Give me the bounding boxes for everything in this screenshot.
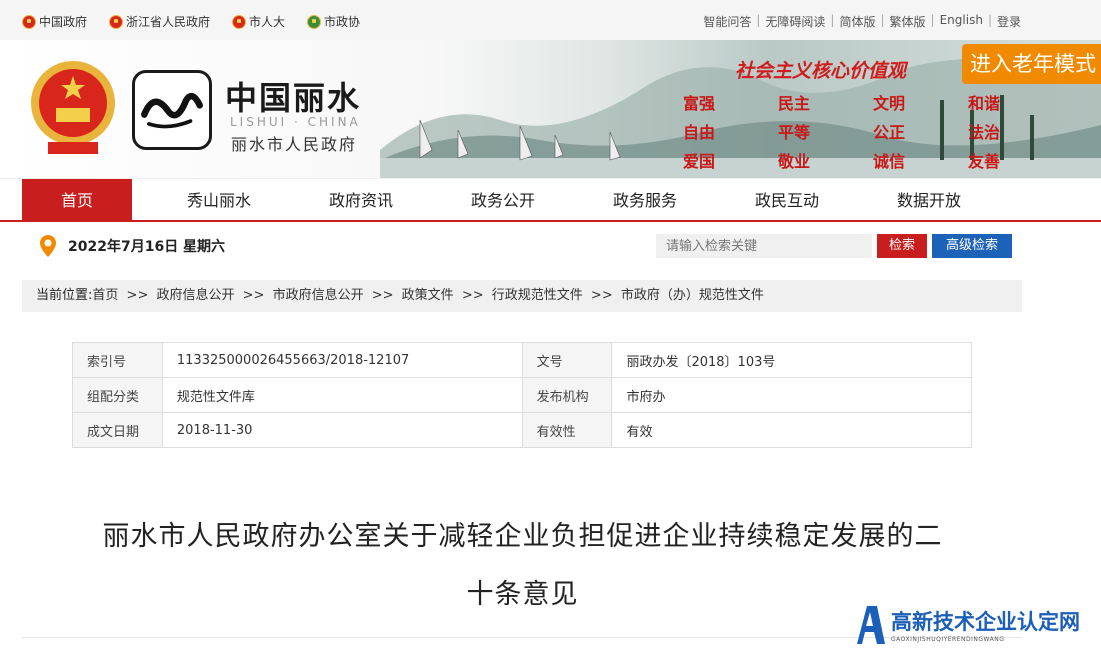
lishui-logo bbox=[132, 70, 212, 150]
watermark-title: 高新技术企业认定网 bbox=[891, 610, 1080, 634]
breadcrumb-item[interactable]: 政府信息公开 bbox=[156, 288, 234, 303]
breadcrumb-separator: >> bbox=[242, 288, 265, 303]
meta-key: 索引号 bbox=[72, 342, 163, 378]
link-city-npc[interactable]: 市人大 bbox=[232, 13, 285, 30]
top-bar: 中国政府 浙江省人民政府 市人大 市政协 智能问答 | 无障碍阅读 | 简体版 | 繁… bbox=[0, 0, 1101, 40]
site-org-name: 丽水市人民政府 bbox=[231, 135, 358, 154]
nav-gov-disclosure[interactable]: 政务公开 bbox=[448, 179, 558, 221]
value-word: 友善 bbox=[968, 152, 1001, 171]
national-emblem-image bbox=[31, 61, 115, 154]
national-emblem-icon bbox=[109, 14, 124, 29]
value-word: 文明 bbox=[873, 94, 906, 113]
search-input[interactable] bbox=[656, 234, 872, 258]
gov-links: 中国政府 浙江省人民政府 市人大 市政协 bbox=[22, 13, 360, 30]
breadcrumb-item[interactable]: 市政府（办）规范性文件 bbox=[621, 288, 764, 303]
elder-mode-button[interactable]: 进入老年模式 bbox=[962, 44, 1101, 84]
table-row: 组配分类 规范性文件库 发布机构 市府办 bbox=[72, 377, 972, 413]
breadcrumb-item[interactable]: 政策文件 bbox=[402, 288, 454, 303]
date-display: 2022年7月16日 星期六 bbox=[38, 234, 225, 258]
link-zhejiang-gov[interactable]: 浙江省人民政府 bbox=[109, 13, 210, 30]
meta-key: 组配分类 bbox=[72, 377, 163, 413]
breadcrumb-item[interactable]: 行政规范性文件 bbox=[492, 288, 583, 303]
utility-links: 智能问答 | 无障碍阅读 | 简体版 | 繁体版 | English | 登录 bbox=[703, 13, 1021, 30]
meta-value: 丽政办发〔2018〕103号 bbox=[611, 342, 972, 378]
document-meta-table: 索引号 113325000026455663/2018-12107 文号 丽政办… bbox=[72, 342, 972, 448]
breadcrumb-separator: >> bbox=[126, 288, 149, 303]
breadcrumb-separator: >> bbox=[590, 288, 613, 303]
value-word: 平等 bbox=[778, 123, 811, 142]
breadcrumb-separator: >> bbox=[371, 288, 394, 303]
national-emblem-icon bbox=[22, 14, 36, 29]
value-word: 诚信 bbox=[873, 152, 906, 171]
watermark: 高新技术企业认定网 GAOXINJISHUQIYERENDINGWANG bbox=[853, 600, 1101, 649]
meta-value: 2018-11-30 bbox=[161, 412, 523, 448]
nav-gov-services[interactable]: 政务服务 bbox=[590, 179, 700, 221]
link-central-gov[interactable]: 中国政府 bbox=[22, 13, 87, 30]
meta-value: 规范性文件库 bbox=[161, 377, 523, 413]
value-word: 敬业 bbox=[778, 152, 811, 171]
nav-interaction[interactable]: 政民互动 bbox=[732, 179, 842, 221]
meta-key: 文号 bbox=[521, 342, 613, 378]
value-word: 法治 bbox=[968, 123, 1001, 142]
breadcrumb-label: 当前位置: bbox=[36, 288, 93, 303]
link-english[interactable]: English bbox=[940, 13, 983, 30]
site-subtitle: LISHUI · CHINA bbox=[230, 115, 361, 129]
brush-logo-icon bbox=[141, 92, 203, 129]
meta-key: 发布机构 bbox=[521, 377, 613, 413]
link-city-cppcc[interactable]: 市政协 bbox=[307, 13, 360, 30]
watermark-logo-icon bbox=[857, 605, 885, 644]
value-word: 自由 bbox=[683, 123, 716, 142]
national-emblem-icon bbox=[232, 14, 247, 29]
nav-open-data[interactable]: 数据开放 bbox=[874, 179, 984, 221]
search-button[interactable]: 检索 bbox=[877, 234, 927, 258]
breadcrumb-item[interactable]: 市政府信息公开 bbox=[273, 288, 364, 303]
meta-key: 成文日期 bbox=[72, 412, 163, 448]
table-row: 成文日期 2018-11-30 有效性 有效 bbox=[72, 412, 972, 448]
value-word: 公正 bbox=[873, 123, 906, 142]
nav-home[interactable]: 首页 bbox=[22, 179, 132, 221]
meta-value: 有效 bbox=[611, 412, 972, 448]
site-title: 中国丽水 bbox=[225, 79, 362, 117]
breadcrumb: 当前位置:首页 >> 政府信息公开 >> 市政府信息公开 >> 政策文件 >> … bbox=[22, 280, 1022, 312]
header-banner: 中国丽水 LISHUI · CHINA 丽水市人民政府 社会主义核心价值观 进入… bbox=[0, 40, 1101, 178]
table-row: 索引号 113325000026455663/2018-12107 文号 丽政办… bbox=[72, 342, 972, 378]
current-date: 2022年7月16日 星期六 bbox=[68, 239, 226, 255]
breadcrumb-separator: >> bbox=[461, 288, 484, 303]
meta-key: 有效性 bbox=[521, 412, 613, 448]
nav-gov-news[interactable]: 政府资讯 bbox=[306, 179, 416, 221]
meta-value: 市府办 bbox=[611, 377, 972, 413]
link-accessible[interactable]: 无障碍阅读 bbox=[765, 13, 825, 30]
value-word: 民主 bbox=[778, 94, 811, 113]
breadcrumb-item[interactable]: 首页 bbox=[92, 288, 118, 303]
meta-value: 113325000026455663/2018-12107 bbox=[161, 342, 523, 378]
advanced-search-button[interactable]: 高级检索 bbox=[932, 234, 1012, 258]
main-nav: 首页 秀山丽水 政府资讯 政务公开 政务服务 政民互动 数据开放 bbox=[0, 178, 1101, 222]
document-title: 丽水市人民政府办公室关于减轻企业负担促进企业持续稳定发展的二 十条意见 bbox=[60, 508, 985, 624]
link-smart-qa[interactable]: 智能问答 bbox=[703, 13, 751, 30]
value-word: 富强 bbox=[683, 94, 716, 113]
link-login[interactable]: 登录 bbox=[997, 13, 1021, 30]
nav-scenic-lishui[interactable]: 秀山丽水 bbox=[164, 179, 274, 221]
location-pin-icon bbox=[40, 235, 56, 257]
document-title-line: 丽水市人民政府办公室关于减轻企业负担促进企业持续稳定发展的二 bbox=[102, 521, 943, 552]
link-traditional[interactable]: 繁体版 bbox=[890, 13, 926, 30]
document-title-line: 十条意见 bbox=[466, 579, 579, 610]
link-simplified[interactable]: 简体版 bbox=[839, 13, 875, 30]
value-word: 和谐 bbox=[968, 94, 1001, 113]
value-word: 爱国 bbox=[683, 152, 716, 171]
watermark-subtitle: GAOXINJISHUQIYERENDINGWANG bbox=[891, 636, 1005, 643]
slogan: 社会主义核心价值观 bbox=[735, 60, 907, 82]
cppcc-emblem-icon bbox=[307, 14, 322, 29]
